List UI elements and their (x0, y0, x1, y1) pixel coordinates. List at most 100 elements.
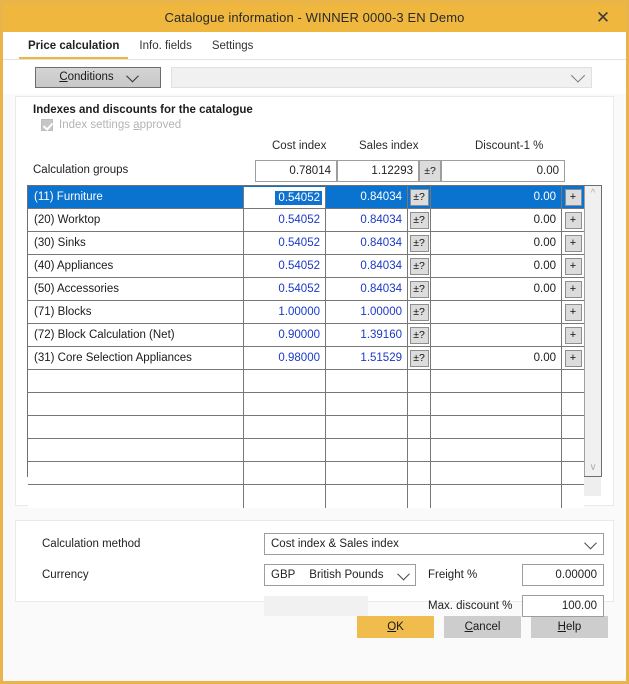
tab-info-fields[interactable]: Info. fields (130, 40, 200, 59)
table-row[interactable]: (71) Blocks 1.00000 1.00000 ±? + (28, 301, 584, 324)
summary-cost-index-field[interactable]: 0.78014 (255, 160, 337, 182)
table-row[interactable]: (50) Accessories 0.54052 0.84034 ±? 0.00 + (28, 278, 584, 301)
cell-discount1[interactable] (431, 485, 562, 508)
cell-cost-index[interactable] (244, 462, 326, 484)
cell-cost-index[interactable]: 0.98000 (244, 347, 326, 369)
tab-settings[interactable]: Settings (203, 40, 263, 59)
cell-sales-index[interactable]: 0.84034 (326, 255, 408, 277)
cell-cost-index[interactable]: 1.00000 (244, 301, 326, 323)
table-row[interactable] (28, 370, 584, 393)
cell-cost-index[interactable] (244, 485, 326, 508)
cell-sales-index[interactable] (326, 370, 408, 392)
plusminus-button[interactable]: ±? (409, 211, 429, 229)
cell-sales-index[interactable] (326, 462, 408, 484)
add-discount-button[interactable]: + (564, 303, 582, 321)
conditions-combo[interactable] (171, 66, 592, 88)
conditions-dropdown-button[interactable]: Conditions (35, 66, 161, 88)
cell-discount1[interactable]: 0.00 (431, 255, 562, 277)
add-discount-button[interactable]: + (564, 211, 582, 229)
cell-sales-index[interactable]: 0.84034 (326, 232, 408, 254)
max-discount-field[interactable]: 100.00 (522, 595, 604, 617)
plusminus-button[interactable]: ±? (409, 280, 429, 298)
cell-cost-index[interactable] (244, 439, 326, 461)
cell-sales-index[interactable]: 0.84034 (326, 278, 408, 300)
summary-plusminus-button[interactable]: ±? (419, 160, 441, 182)
cell-discount1[interactable] (431, 324, 562, 346)
cell-cost-index[interactable] (244, 370, 326, 392)
cell-sales-index[interactable] (326, 416, 408, 438)
checkbox-icon[interactable] (41, 119, 53, 131)
cell-group-name: (20) Worktop (28, 209, 244, 231)
plusminus-button[interactable]: ±? (409, 234, 429, 252)
table-row[interactable]: (20) Worktop 0.54052 0.84034 ±? 0.00 + (28, 209, 584, 232)
add-discount-button[interactable]: + (564, 257, 582, 275)
cell-sales-index[interactable] (326, 439, 408, 461)
cell-discount1[interactable]: 0.00 (431, 347, 562, 369)
close-icon[interactable]: ✕ (586, 3, 620, 32)
table-row[interactable] (28, 393, 584, 416)
add-discount-button[interactable]: + (564, 234, 582, 252)
add-discount-button[interactable]: + (564, 326, 582, 344)
table-row[interactable] (28, 462, 584, 485)
cell-cost-index[interactable] (244, 416, 326, 438)
calculation-method-select[interactable]: Cost index & Sales index (264, 533, 604, 555)
vertical-scrollbar[interactable]: ^ ∨ (584, 186, 601, 476)
currency-select[interactable]: GBP British Pounds (264, 564, 416, 586)
cell-sales-index[interactable]: 0.84034 (326, 186, 408, 208)
cell-group-name (28, 485, 244, 508)
plusminus-button[interactable]: ±? (409, 326, 429, 344)
cell-discount1[interactable] (431, 439, 562, 461)
cell-discount1[interactable]: 0.00 (431, 232, 562, 254)
cell-sales-index[interactable]: 1.00000 (326, 301, 408, 323)
cell-discount1[interactable] (431, 416, 562, 438)
add-discount-button[interactable]: + (564, 349, 582, 367)
table-row[interactable]: (31) Core Selection Appliances 0.98000 1.5… (28, 347, 584, 370)
cell-discount1[interactable]: 0.00 (431, 209, 562, 231)
table-row[interactable]: (72) Block Calculation (Net) 0.90000 1.391… (28, 324, 584, 347)
calculation-method-value: Cost index & Sales index (271, 538, 399, 550)
cell-plusminus (408, 370, 431, 392)
cell-discount1[interactable] (431, 301, 562, 323)
cell-cost-index[interactable]: 0.90000 (244, 324, 326, 346)
chevron-up-icon[interactable]: ^ (591, 189, 596, 199)
table-row[interactable] (28, 485, 584, 508)
tab-price-calculation[interactable]: Price calculation (19, 40, 129, 59)
index-settings-approved-row[interactable]: Index settings approved (41, 119, 602, 131)
cell-discount1[interactable] (431, 393, 562, 415)
cell-plusminus: ±? (408, 347, 431, 369)
summary-sales-index-field[interactable]: 1.12293 (337, 160, 419, 182)
cell-plusminus (408, 462, 431, 484)
table-row[interactable]: (40) Appliances 0.54052 0.84034 ±? 0.00 + (28, 255, 584, 278)
cost-index-inline-editor[interactable]: 0.54052 (244, 187, 325, 208)
cell-sales-index[interactable]: 0.84034 (326, 209, 408, 231)
table-row[interactable]: (11) Furniture 0.84034 ±? 0.00 +0.54052 (28, 186, 584, 209)
cell-sales-index[interactable]: 1.39160 (326, 324, 408, 346)
cell-sales-index[interactable] (326, 485, 408, 508)
plusminus-button[interactable]: ±? (409, 257, 429, 275)
cell-discount1[interactable] (431, 370, 562, 392)
add-discount-button[interactable]: + (564, 188, 582, 206)
cell-sales-index[interactable] (326, 393, 408, 415)
add-discount-button[interactable]: + (564, 280, 582, 298)
cell-group-name: (72) Block Calculation (Net) (28, 324, 244, 346)
cell-add: + (562, 186, 584, 208)
plusminus-button[interactable]: ±? (409, 349, 429, 367)
conditions-row: Conditions (3, 60, 626, 94)
plusminus-button[interactable]: ±? (409, 188, 429, 206)
cell-cost-index[interactable]: 0.54052 (244, 255, 326, 277)
cell-sales-index[interactable]: 1.51529 (326, 347, 408, 369)
cell-cost-index[interactable]: 0.54052 (244, 232, 326, 254)
table-row[interactable] (28, 416, 584, 439)
cell-cost-index[interactable]: 0.54052 (244, 209, 326, 231)
cell-cost-index[interactable]: 0.54052 (244, 278, 326, 300)
chevron-down-icon[interactable]: ∨ (589, 463, 596, 473)
table-row[interactable]: (30) Sinks 0.54052 0.84034 ±? 0.00 + (28, 232, 584, 255)
cell-discount1[interactable]: 0.00 (431, 278, 562, 300)
cell-cost-index[interactable] (244, 393, 326, 415)
freight-field[interactable]: 0.00000 (522, 564, 604, 586)
cell-discount1[interactable] (431, 462, 562, 484)
summary-discount1-field[interactable]: 0.00 (441, 160, 565, 182)
cell-discount1[interactable]: 0.00 (431, 186, 562, 208)
plusminus-button[interactable]: ±? (409, 303, 429, 321)
table-row[interactable] (28, 439, 584, 462)
